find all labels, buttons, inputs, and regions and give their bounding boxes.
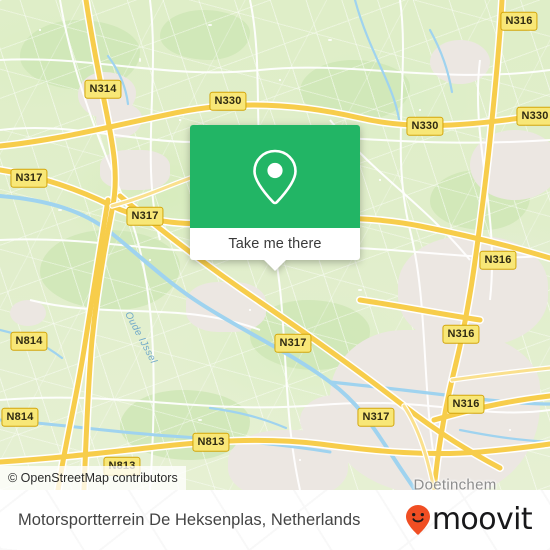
road-shield-n330: N330 bbox=[209, 91, 247, 111]
moovit-location-screenshot: Oude IJssel Doetinchem N314 N330 N330 N3… bbox=[0, 0, 550, 550]
road-shield-n330: N330 bbox=[516, 106, 550, 126]
moovit-smiley-pin-icon bbox=[405, 505, 430, 535]
location-callout-card[interactable]: Take me there bbox=[190, 125, 360, 271]
moovit-logo[interactable]: moovit bbox=[405, 502, 533, 537]
road-shield-n813: N813 bbox=[192, 432, 230, 452]
road-shield-n814: N814 bbox=[1, 407, 39, 427]
map-pin-icon bbox=[253, 149, 297, 204]
road-shield-n316: N316 bbox=[442, 324, 480, 344]
take-me-there-button[interactable]: Take me there bbox=[190, 228, 360, 260]
take-me-there-label: Take me there bbox=[228, 236, 322, 252]
road-shield-n317: N317 bbox=[274, 333, 312, 353]
road-shield-n317: N317 bbox=[10, 168, 48, 188]
road-shield-n316: N316 bbox=[447, 394, 485, 414]
road-shield-n317: N317 bbox=[126, 206, 164, 226]
road-shield-n314: N314 bbox=[84, 79, 122, 99]
road-shield-n316: N316 bbox=[500, 11, 538, 31]
moovit-wordmark: moovit bbox=[431, 502, 533, 537]
osm-attribution-text: © OpenStreetMap contributors bbox=[8, 471, 178, 485]
road-shield-n316: N316 bbox=[479, 250, 517, 270]
place-label-doetinchem: Doetinchem bbox=[413, 476, 497, 491]
footer-bar: Motorsportterrein De Heksenplas, Netherl… bbox=[0, 490, 550, 550]
osm-attribution[interactable]: © OpenStreetMap contributors bbox=[0, 466, 186, 490]
road-shield-n317: N317 bbox=[357, 407, 395, 427]
road-shield-n814: N814 bbox=[10, 331, 48, 351]
card-pin-area bbox=[190, 125, 360, 228]
card-pointer-tail bbox=[264, 260, 286, 271]
location-title: Motorsportterrein De Heksenplas, Netherl… bbox=[18, 510, 361, 529]
map-canvas[interactable]: Oude IJssel Doetinchem N314 N330 N330 N3… bbox=[0, 0, 550, 490]
road-shield-n330: N330 bbox=[406, 116, 444, 136]
